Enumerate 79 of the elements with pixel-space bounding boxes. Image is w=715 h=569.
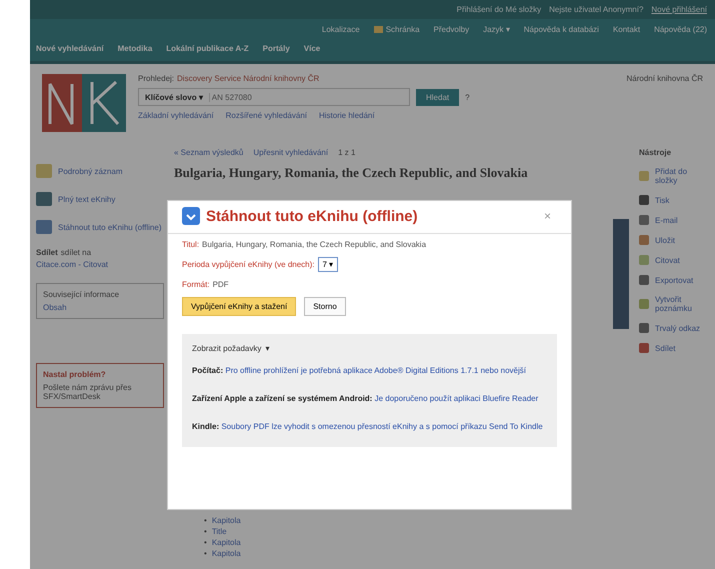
tool-icon xyxy=(639,171,649,181)
search-field[interactable]: AN 527080 xyxy=(210,92,409,102)
related-heading: Související informace xyxy=(43,290,120,299)
search-mode-link[interactable]: Rozšířené vyhledávání xyxy=(226,111,307,120)
cancel-button[interactable]: Storno xyxy=(304,297,346,316)
account-link[interactable]: Přihlášení do Mé složky xyxy=(456,5,542,14)
search-button[interactable]: Hledat xyxy=(416,88,460,106)
field-select[interactable]: Klíčové slovo ▾ xyxy=(139,92,210,102)
chapter-link[interactable]: Title xyxy=(212,527,227,536)
tool-link[interactable]: Uložit xyxy=(639,235,709,245)
bullet-marker: • xyxy=(204,527,207,536)
requirements-heading: Zobrazit požadavky xyxy=(192,344,262,353)
tool-link[interactable]: E-mail xyxy=(639,215,709,225)
institution-name: Národní knihovna ČR xyxy=(626,74,703,83)
field-label: Perioda vypůjčení eKnihy (ve dnech): xyxy=(182,260,315,269)
account-link[interactable]: Nejste uživatel Anonymní? xyxy=(549,5,644,14)
citation-link[interactable]: Citace.com - Citovat xyxy=(36,260,108,269)
record-title: Bulgaria, Hungary, Romania, the Czech Republic, and Slovakia xyxy=(174,165,529,181)
tool-link[interactable]: Sdílet xyxy=(639,343,709,353)
tool-link[interactable]: Citovat xyxy=(639,255,709,265)
main-nav-link[interactable]: Lokální publikace A-Z xyxy=(166,44,249,53)
share-text: sdílet na xyxy=(60,248,92,257)
field-value: PDF xyxy=(212,280,229,289)
utility-nav-link[interactable]: Lokalizace xyxy=(322,25,360,34)
menu-icon xyxy=(36,164,52,178)
search-source: Discovery Service Národní knihovny ČR xyxy=(177,74,320,83)
tool-link[interactable]: Přidat do složky xyxy=(639,167,709,185)
main-nav-link[interactable]: Portály xyxy=(262,44,290,53)
menu-icon xyxy=(36,220,52,234)
search-box[interactable]: Klíčové slovo ▾ AN 527080 xyxy=(138,88,410,106)
utility-nav-link[interactable]: Jazyk ▾ xyxy=(483,25,510,34)
search-mode-link[interactable]: Historie hledání xyxy=(319,111,375,120)
utility-nav-link[interactable]: Nápověda k databázi xyxy=(524,25,599,34)
main-nav-link[interactable]: Metodika xyxy=(118,44,152,53)
record-menu-link[interactable]: Podrobný záznam xyxy=(36,164,164,178)
share-label: Sdílet xyxy=(36,248,58,257)
problem-text: Pošlete nám zprávu přes SFX/SmartDesk xyxy=(43,383,132,401)
refine-link[interactable]: Upřesnit vyhledávání xyxy=(253,148,328,157)
requirement-text: Počítač: Pro offline prohlížení je potřebná aplikace Adobe® Digital Editions 1.7.1 nebo novější xyxy=(192,365,527,377)
bullet-marker: • xyxy=(204,538,207,547)
utility-nav-link[interactable]: Předvolby xyxy=(434,25,470,34)
dialog-title: Stáhnout tuto eKnihu (offline) xyxy=(206,208,419,224)
utility-nav-link[interactable]: Kontakt xyxy=(612,25,640,34)
tool-link[interactable]: Exportovat xyxy=(639,275,709,285)
tool-link[interactable]: Vytvořit poznámku xyxy=(639,295,709,313)
tools-heading: Nástroje xyxy=(639,148,672,157)
record-menu-link[interactable]: Plný text eKnihy xyxy=(36,192,164,206)
chapter-link[interactable]: Kapitola xyxy=(212,538,241,547)
utility-nav-link[interactable]: Nápověda (22) xyxy=(654,25,707,34)
search-mode-link[interactable]: Základní vyhledávání xyxy=(138,111,214,120)
account-link[interactable]: Nové přihlášení xyxy=(651,5,707,14)
caret-icon[interactable]: ▾ xyxy=(265,344,270,353)
utility-nav-link[interactable]: Schránka xyxy=(374,25,420,34)
tool-link[interactable]: Tisk xyxy=(639,195,709,205)
chapter-link[interactable]: Kapitola xyxy=(212,516,241,525)
field-label: Titul: xyxy=(182,240,200,249)
checkout-button[interactable]: Vypůjčení eKnihy a stažení xyxy=(182,297,296,316)
record-menu-link[interactable]: Stáhnout tuto eKnihu (offline) xyxy=(36,220,164,234)
main-nav-link[interactable]: Více xyxy=(304,44,320,53)
menu-icon xyxy=(36,192,52,206)
requirement-text: Zařízení Apple a zařízení se systémem Android: Je doporučeno použít aplikaci Bluefire Reader xyxy=(192,393,540,405)
loan-period-select[interactable]: 7 ▾ xyxy=(318,257,338,272)
close-button[interactable]: × xyxy=(538,208,557,224)
search-label: Prohledej: xyxy=(138,74,174,83)
results-link[interactable]: « Seznam výsledků xyxy=(174,148,244,157)
download-icon xyxy=(182,207,200,225)
problem-heading: Nastal problém? xyxy=(43,370,107,379)
main-nav-link[interactable]: Nové vyhledávání xyxy=(36,44,104,53)
tool-link[interactable]: Trvalý odkaz xyxy=(639,323,709,333)
chapter-link[interactable]: Kapitola xyxy=(212,549,241,558)
help-link[interactable]: ? xyxy=(465,92,470,102)
result-position: 1 z 1 xyxy=(338,148,356,157)
field-label: Formát: xyxy=(182,280,210,289)
requirement-text: Kindle: Soubory PDF lze vyhodit s omezenou přesností eKnihy a s pomocí příkazu Send To Kindle xyxy=(192,421,544,433)
field-value: Bulgaria, Hungary, Romania, the Czech Republic, and Slovakia xyxy=(202,240,426,249)
bullet-marker: • xyxy=(204,516,207,525)
contents-link[interactable]: Obsah xyxy=(43,303,157,312)
bullet-marker: • xyxy=(204,549,207,558)
tool-icon xyxy=(639,299,649,309)
